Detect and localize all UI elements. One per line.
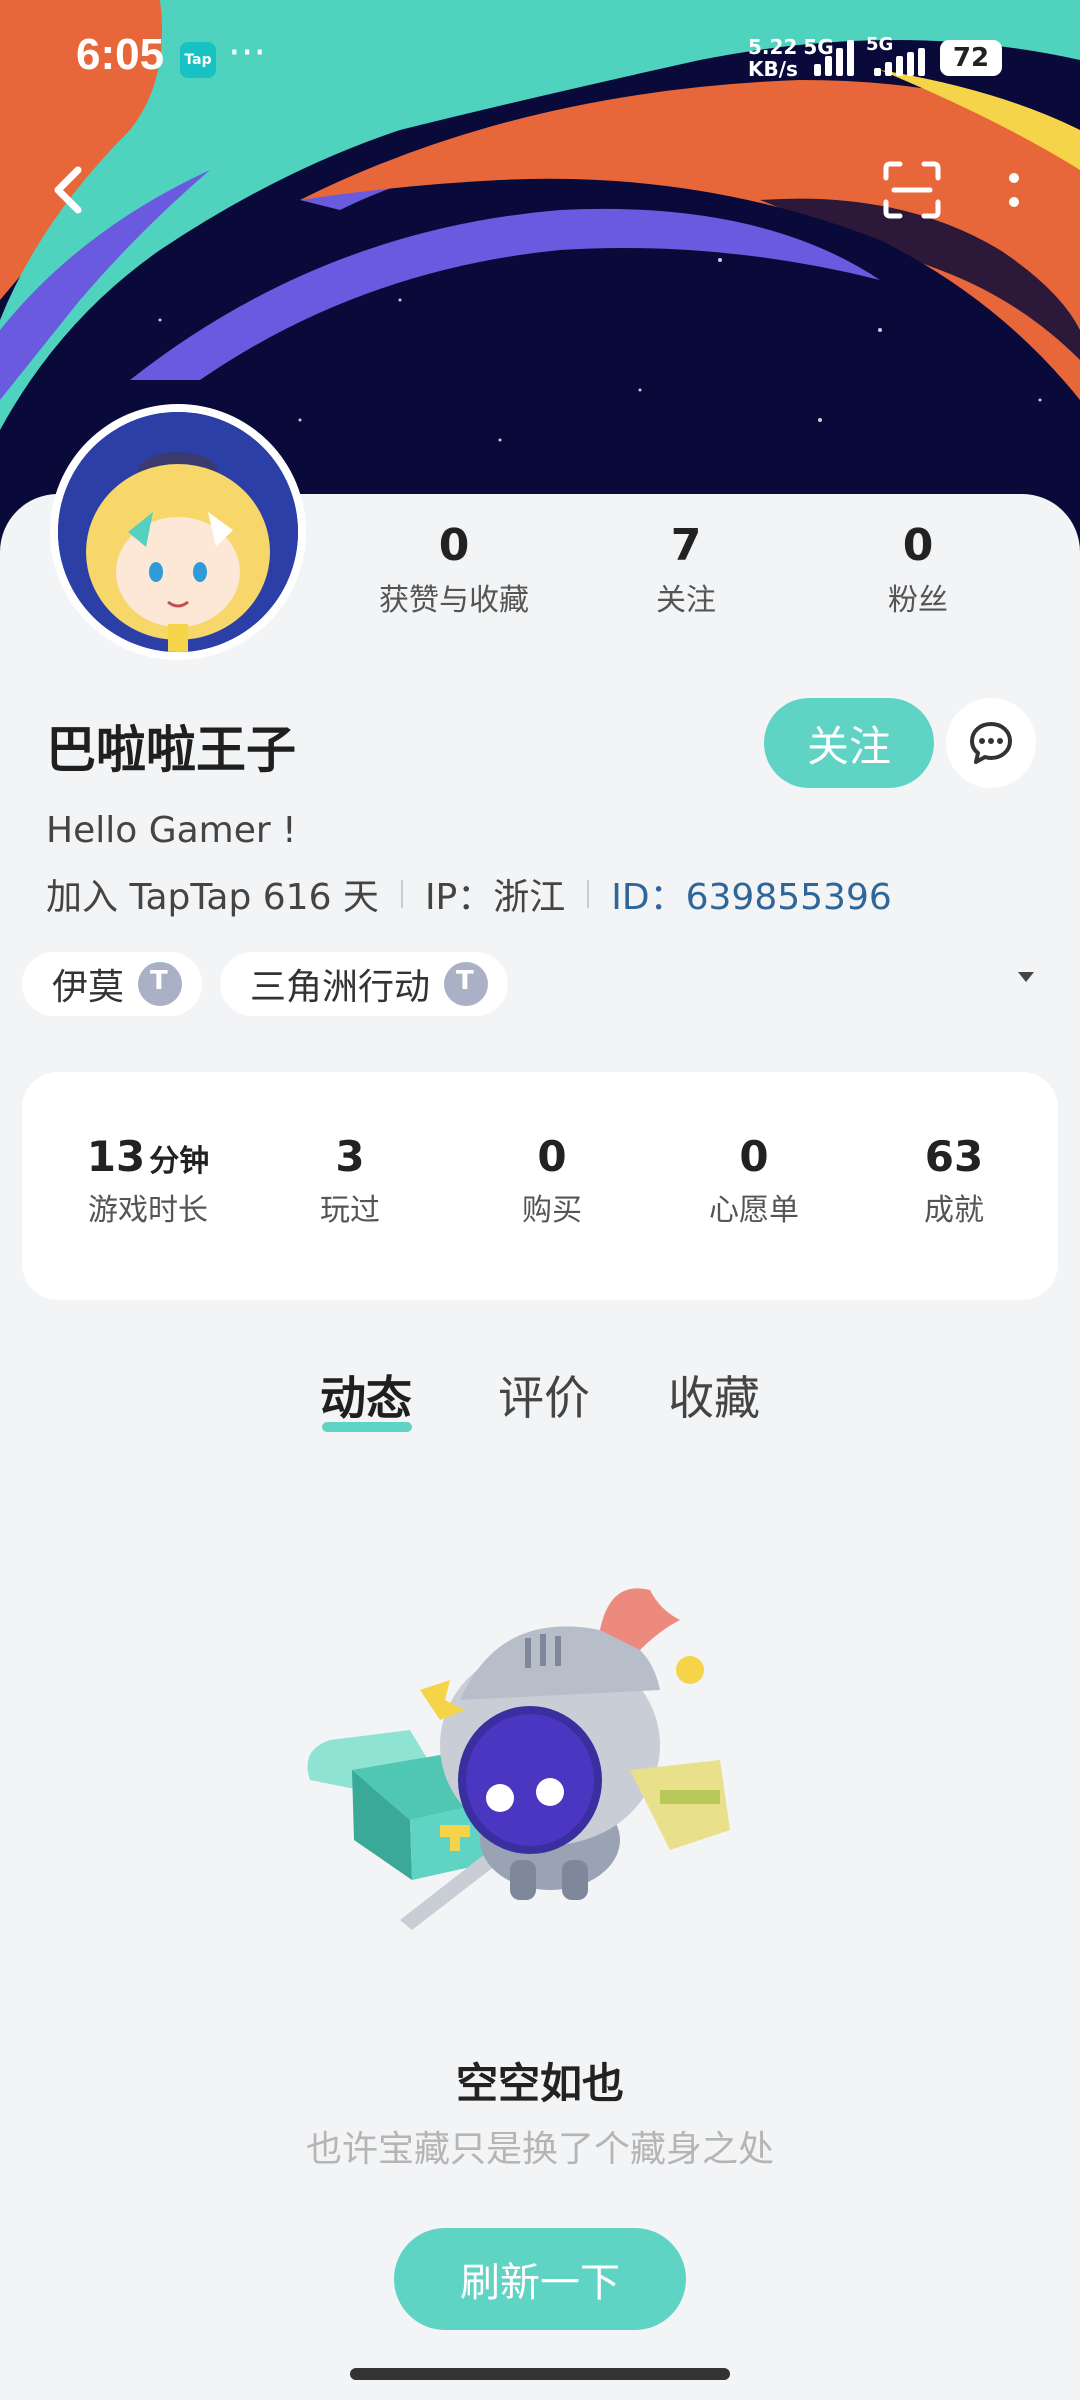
active-tab-indicator xyxy=(322,1422,412,1432)
user-id[interactable]: ID：639855396 xyxy=(611,868,891,920)
avatar-image xyxy=(58,412,298,652)
tag-label: 三角洲行动 xyxy=(250,967,431,1008)
stat-value: 3 xyxy=(335,1132,365,1181)
stat-achievements[interactable]: 63 成就 xyxy=(854,1132,1054,1229)
stat-played[interactable]: 3 玩过 xyxy=(250,1132,450,1229)
divider xyxy=(400,880,403,908)
profile-meta: 加入 TapTap 616 天 IP：浙江 ID：639855396 xyxy=(46,868,892,920)
game-tags: 伊莫 三角洲行动 xyxy=(22,952,509,1016)
divider xyxy=(587,880,590,908)
battery-indicator: 72 xyxy=(940,40,1002,76)
status-bar: 6:05 Tap ··· 5.22 5G KB/s 5G 72 xyxy=(0,0,1080,120)
empty-state-title: 空空如也 xyxy=(455,2059,624,2108)
ip-location: IP：浙江 xyxy=(424,877,566,918)
home-indicator[interactable] xyxy=(350,2368,730,2380)
dropdown-caret-icon[interactable] xyxy=(1018,972,1034,982)
game-tag[interactable]: 三角洲行动 xyxy=(220,952,509,1016)
message-button[interactable] xyxy=(946,698,1036,788)
follow-button[interactable]: 关注 xyxy=(764,698,934,788)
game-stats-card: 13 分钟 游戏时长 3 玩过 0 购买 0 心愿单 63 成就 xyxy=(22,1072,1058,1300)
stat-label: 玩过 xyxy=(320,1193,380,1228)
empty-state-subtitle: 也许宝藏只是换了个藏身之处 xyxy=(305,2129,774,2170)
stat-label: 游戏时长 xyxy=(88,1193,208,1228)
stat-likes[interactable]: 0 获赞与收藏 xyxy=(354,520,554,619)
stat-purchased[interactable]: 0 购买 xyxy=(452,1132,652,1229)
stat-label: 关注 xyxy=(656,583,716,618)
stat-unit: 分钟 xyxy=(149,1144,210,1179)
stat-value: 63 xyxy=(924,1132,984,1181)
tab-moments[interactable]: 动态 xyxy=(320,1362,412,1428)
bio: Hello Gamer ! xyxy=(46,810,297,851)
stat-value: 0 xyxy=(739,1132,769,1181)
stat-value: 13 xyxy=(86,1132,146,1181)
taptap-icon xyxy=(138,962,183,1006)
stat-label: 成就 xyxy=(924,1193,984,1228)
stat-label: 获赞与收藏 xyxy=(379,583,529,618)
stat-label: 购买 xyxy=(522,1193,582,1228)
stat-value: 0 xyxy=(537,1132,567,1181)
status-more: ··· xyxy=(228,30,267,76)
stat-label: 心愿单 xyxy=(709,1193,799,1228)
message-icon xyxy=(970,722,1012,764)
scan-icon[interactable] xyxy=(880,158,944,222)
taptap-icon xyxy=(444,962,489,1006)
stat-playtime[interactable]: 13 分钟 游戏时长 xyxy=(48,1132,248,1229)
tag-label: 伊莫 xyxy=(52,967,125,1008)
game-tag[interactable]: 伊莫 xyxy=(22,952,203,1016)
stat-label: 粉丝 xyxy=(888,583,948,618)
tab-favorites[interactable]: 收藏 xyxy=(668,1362,760,1428)
refresh-button[interactable]: 刷新一下 xyxy=(394,2228,686,2330)
back-arrow-icon[interactable] xyxy=(44,160,94,220)
empty-state-illustration xyxy=(300,1580,820,1960)
avatar[interactable] xyxy=(50,404,306,660)
taptap-icon: Tap xyxy=(180,42,216,78)
stat-value: 7 xyxy=(670,520,702,571)
signal-icon xyxy=(814,40,862,76)
stat-wishlist[interactable]: 0 心愿单 xyxy=(654,1132,854,1229)
more-vertical-icon[interactable] xyxy=(990,160,1030,220)
join-duration: 加入 TapTap 616 天 xyxy=(46,877,379,918)
stat-following[interactable]: 7 关注 xyxy=(586,520,786,619)
signal-icon xyxy=(874,48,930,76)
stat-value: 0 xyxy=(902,520,934,571)
status-time: 6:05 xyxy=(76,30,165,79)
username: 巴啦啦王子 xyxy=(46,721,296,779)
stat-followers[interactable]: 0 粉丝 xyxy=(818,520,1018,619)
tab-reviews[interactable]: 评价 xyxy=(498,1362,590,1428)
stat-value: 0 xyxy=(438,520,470,571)
